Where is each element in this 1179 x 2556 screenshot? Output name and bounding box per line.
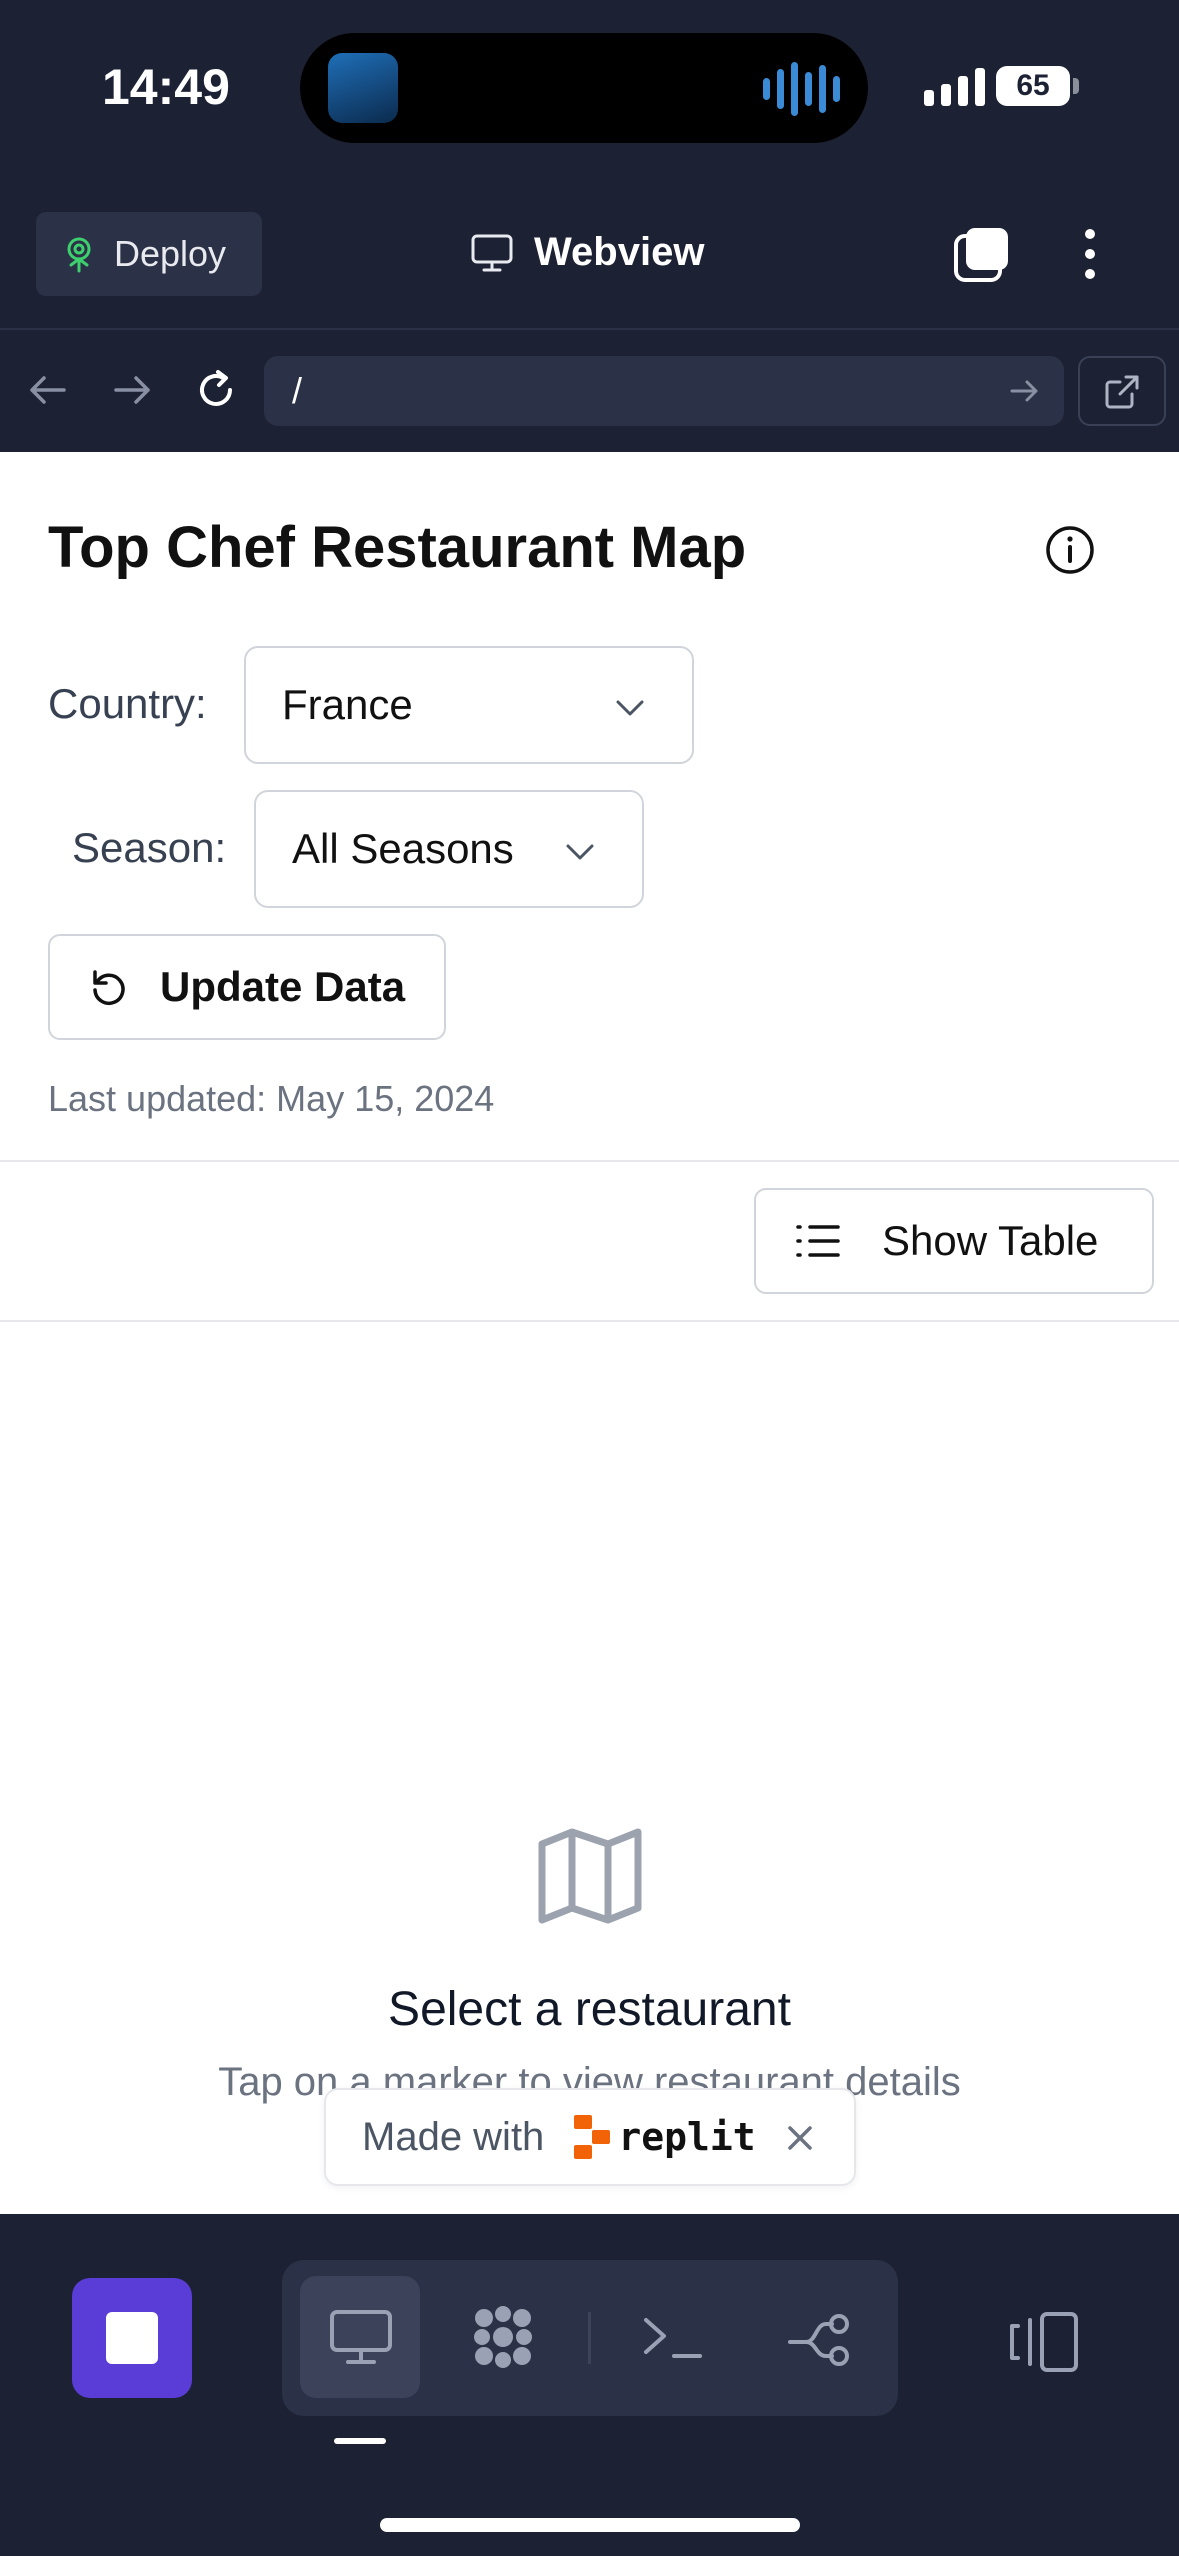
deploy-label: Deploy [114, 233, 227, 274]
tab-webview[interactable] [300, 2276, 420, 2398]
deploy-button[interactable]: Deploy [36, 212, 262, 296]
section-divider [0, 1160, 1179, 1162]
made-with-label: Made with [362, 2114, 545, 2159]
replit-logo: replit [572, 2113, 756, 2161]
panel-icon[interactable] [1008, 2310, 1080, 2374]
replit-wordmark: replit [618, 2115, 756, 2159]
console-icon [644, 2318, 702, 2358]
webview-content: Top Chef Restaurant Map Country: France … [0, 452, 1179, 2214]
webview-title-label: Webview [534, 230, 705, 274]
url-bar: / [0, 332, 1179, 452]
country-value: France [282, 681, 413, 728]
stop-icon [106, 2312, 158, 2364]
show-table-button[interactable]: Show Table [754, 1188, 1154, 1294]
status-time: 14:49 [102, 59, 230, 115]
season-value: All Seasons [292, 825, 514, 872]
info-icon[interactable] [1044, 524, 1096, 576]
refresh-icon [93, 970, 125, 1005]
home-indicator [380, 2518, 800, 2532]
update-data-button[interactable]: Update Data [48, 934, 446, 1040]
tool-separator [588, 2312, 591, 2364]
status-bar: 14:49 65 [0, 0, 1179, 180]
shell-icon [474, 2306, 532, 2368]
tool-tabs [282, 2260, 898, 2416]
external-link-icon [1105, 375, 1139, 409]
app-bar: Deploy Webview [0, 180, 1179, 330]
close-icon[interactable] [782, 2120, 818, 2156]
webview-tab-title: Webview [470, 230, 704, 275]
url-text: / [292, 370, 303, 411]
tab-shell[interactable] [442, 2276, 562, 2398]
reload-icon[interactable] [186, 360, 246, 420]
go-icon[interactable] [1008, 374, 1042, 408]
empty-state-title: Select a restaurant [388, 1983, 791, 2036]
country-select[interactable]: France [244, 646, 694, 764]
update-data-label: Update Data [160, 963, 406, 1010]
forward-icon[interactable] [102, 360, 162, 420]
battery-indicator: 65 [996, 66, 1070, 106]
git-icon [788, 2314, 849, 2366]
dynamic-island [300, 33, 868, 143]
tab-git[interactable] [758, 2276, 878, 2398]
open-in-new-tab-button[interactable] [1078, 356, 1166, 426]
now-playing-artwork [328, 53, 398, 123]
back-icon[interactable] [18, 360, 78, 420]
deploy-icon [67, 237, 91, 273]
list-icon [796, 1225, 840, 1257]
page-title: Top Chef Restaurant Map [48, 515, 747, 580]
battery-nub [1073, 78, 1079, 94]
show-table-label: Show Table [882, 1217, 1099, 1264]
active-tab-indicator [334, 2438, 386, 2444]
audio-waveform-icon [763, 61, 840, 116]
more-icon[interactable] [1072, 224, 1108, 284]
chevron-down-icon [566, 844, 594, 860]
season-select[interactable]: All Seasons [254, 790, 644, 908]
tabs-icon[interactable] [952, 224, 1012, 284]
replit-logo-icon [574, 2115, 611, 2159]
tab-console[interactable] [612, 2276, 732, 2398]
monitor-icon [471, 234, 513, 271]
stop-button[interactable] [72, 2278, 192, 2398]
cellular-signal-icon [924, 68, 985, 106]
season-label: Season: [72, 824, 227, 871]
webview-icon [330, 2310, 392, 2364]
chevron-down-icon [616, 700, 644, 716]
url-input[interactable]: / [264, 356, 1064, 426]
section-divider [0, 1320, 1179, 1322]
country-label: Country: [48, 680, 207, 727]
last-updated-text: Last updated: May 15, 2024 [48, 1078, 495, 1119]
bottom-toolbar [0, 2214, 1179, 2556]
map-icon [538, 1828, 642, 1924]
made-with-replit-badge[interactable]: Made with replit [324, 2088, 856, 2186]
